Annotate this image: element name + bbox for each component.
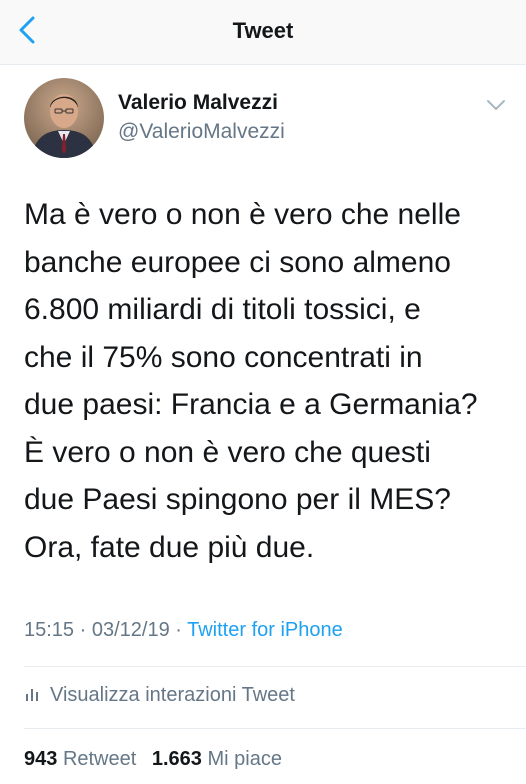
retweets-label: Retweet <box>62 748 137 770</box>
tweet-detail-screen: Tweet Valerio Malvezzi @ValerioMalvezzi <box>0 0 526 784</box>
tweet-source-link[interactable]: Twitter for iPhone <box>187 619 343 641</box>
view-tweet-activity-button[interactable]: Visualizza interazioni Tweet <box>24 684 295 707</box>
divider <box>24 728 526 729</box>
meta-separator: · <box>74 619 92 641</box>
chevron-down-icon <box>487 100 505 110</box>
avatar[interactable] <box>24 78 104 158</box>
analytics-label: Visualizza interazioni Tweet <box>50 684 295 706</box>
divider <box>24 666 526 667</box>
bar-chart-icon <box>26 688 38 701</box>
likes-count: 1.663 <box>151 748 202 770</box>
tweet-date: 03/12/19 <box>91 619 170 641</box>
nav-header: Tweet <box>0 0 526 65</box>
likes-stat[interactable]: 1.663 Mi piace <box>152 748 282 770</box>
author-name[interactable]: Valerio Malvezzi <box>118 91 278 115</box>
more-options-button[interactable] <box>484 96 508 114</box>
tweet-text: Ma è vero o non è vero che nelle banche … <box>24 198 478 564</box>
engagement-stats: 943 Retweet 1.663 Mi piace <box>24 748 292 771</box>
tweet-time: 15:15 <box>24 619 75 641</box>
likes-label: Mi piace <box>207 748 282 770</box>
meta-separator: · <box>169 619 188 641</box>
profile-photo-icon <box>24 78 104 158</box>
tweet-meta: 15:15 · 03/12/19 · Twitter for iPhone <box>24 619 343 642</box>
retweets-count: 943 <box>24 748 58 770</box>
retweets-stat[interactable]: 943 Retweet <box>24 748 136 770</box>
page-title: Tweet <box>232 18 294 43</box>
author-handle[interactable]: @ValerioMalvezzi <box>118 120 285 144</box>
